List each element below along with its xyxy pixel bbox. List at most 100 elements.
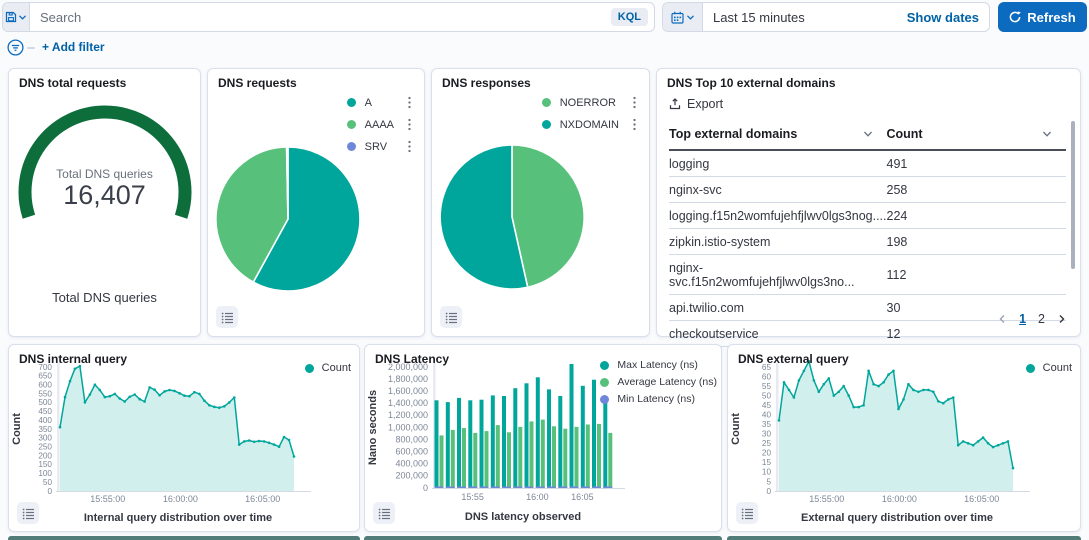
gauge-center-label: Total DNS queries [9, 167, 200, 181]
kql-badge[interactable]: KQL [611, 8, 648, 26]
svg-text:16:05:00: 16:05:00 [964, 494, 999, 504]
legend-menu-icon[interactable] [402, 118, 416, 131]
svg-text:200: 200 [38, 451, 52, 460]
cell-domain: checkoutservice [669, 321, 887, 347]
svg-text:15:55:00: 15:55:00 [90, 494, 125, 504]
page-1-button[interactable]: 1 [1019, 312, 1026, 326]
svg-text:Internal query distribution ov: Internal query distribution over time [84, 512, 272, 524]
legend-label[interactable]: NOERROR [560, 97, 619, 109]
dns-responses-legend: NOERROR NXDOMAIN [542, 96, 641, 131]
table-row[interactable]: nginx-svc.f15n2womfujehfjlwv0lgs3no...11… [669, 255, 1066, 295]
chevron-down-icon [686, 13, 695, 22]
export-button[interactable]: Export [669, 97, 723, 111]
chevron-down-icon[interactable] [863, 130, 873, 138]
table-row[interactable]: nginx-svc258 [669, 177, 1066, 203]
legend-label[interactable]: A [365, 97, 394, 109]
svg-text:250: 250 [38, 443, 52, 452]
legend-label[interactable]: AAAA [365, 119, 394, 131]
svg-text:650: 650 [38, 372, 52, 381]
legend-toggle-button[interactable] [17, 502, 39, 524]
gauge-value: 16,407 [9, 180, 200, 211]
list-icon [22, 507, 35, 520]
list-icon [445, 311, 458, 324]
legend-dot [542, 98, 551, 107]
legend-label[interactable]: SRV [365, 141, 394, 153]
svg-text:60: 60 [762, 372, 772, 381]
legend-label[interactable]: Count [1043, 362, 1072, 374]
cell-domain: nginx-svc [669, 177, 887, 203]
legend-dot [600, 361, 609, 370]
svg-text:50: 50 [762, 391, 772, 400]
svg-text:600: 600 [38, 381, 52, 390]
legend-toggle-button[interactable] [736, 502, 758, 524]
svg-text:16:00:00: 16:00:00 [163, 494, 198, 504]
page-2-button[interactable]: 2 [1038, 312, 1045, 326]
panel-title: DNS requests [218, 76, 297, 90]
svg-text:550: 550 [38, 389, 52, 398]
show-dates-link[interactable]: Show dates [907, 10, 979, 25]
table-row[interactable]: zipkin.istio-system198 [669, 229, 1066, 255]
panel-dns-total-requests: DNS total requests Total DNS queries 16,… [8, 68, 201, 337]
filter-icon[interactable] [7, 39, 24, 56]
svg-text:External query distribution ov: External query distribution over time [801, 512, 993, 524]
next-page-icon[interactable] [1057, 314, 1066, 324]
dns-requests-legend: AAAAASRV [347, 96, 416, 153]
save-icon [5, 11, 17, 23]
panel-dns-responses: DNS responses NOERRORNXDOMAIN [431, 68, 650, 337]
saved-query-menu-button[interactable] [3, 3, 30, 31]
svg-text:0: 0 [423, 483, 428, 493]
legend-label[interactable]: Count [322, 362, 351, 374]
cell-domain: logging [669, 150, 887, 177]
cell-count: 112 [887, 255, 1067, 295]
refresh-button[interactable]: Refresh [998, 2, 1087, 32]
export-label: Export [687, 97, 723, 111]
svg-text:15: 15 [762, 458, 772, 467]
calendar-menu-button[interactable] [663, 3, 703, 31]
svg-text:1,600,000: 1,600,000 [388, 386, 428, 396]
panel-title: DNS Latency [375, 352, 449, 366]
legend-menu-icon[interactable] [402, 140, 416, 153]
legend-label[interactable]: Max Latency (ns) [617, 359, 717, 371]
svg-text:16:05: 16:05 [571, 492, 594, 502]
table-row[interactable]: logging491 [669, 150, 1066, 177]
prev-page-icon[interactable] [998, 314, 1007, 324]
legend-label[interactable]: Min Latency (ns) [617, 393, 717, 405]
table-scrollbar[interactable] [1071, 121, 1075, 269]
legend-label[interactable]: NXDOMAIN [560, 119, 619, 131]
panel-dns-latency: DNS Latency 0200,000400,000600,000800,00… [364, 344, 722, 532]
time-range-value[interactable]: Last 15 minutes [713, 10, 805, 25]
legend-dot [600, 378, 609, 387]
query-toolbar: KQL Last 15 minutes Show dates [0, 0, 1089, 36]
table-row[interactable]: logging.f15n2womfujehfjlwv0lgs3nog....22… [669, 203, 1066, 229]
external-query-legend: Count [1026, 362, 1072, 374]
cell-count: 198 [887, 229, 1067, 255]
add-filter-button[interactable]: + Add filter [42, 40, 105, 54]
legend-toggle-button[interactable] [373, 502, 395, 524]
svg-text:Count: Count [730, 413, 742, 445]
list-icon [221, 311, 234, 324]
cell-domain: api.twilio.com [669, 295, 887, 321]
column-header-count[interactable]: Count [887, 121, 1067, 150]
cell-domain: logging.f15n2womfujehfjlwv0lgs3nog.... [669, 203, 887, 229]
legend-menu-icon[interactable] [402, 96, 416, 109]
panel-title: DNS total requests [19, 76, 126, 90]
svg-text:15:55: 15:55 [461, 492, 484, 502]
chevron-down-icon[interactable] [1042, 130, 1052, 138]
svg-text:35: 35 [762, 420, 772, 429]
legend-dot [347, 120, 356, 129]
legend-toggle-button[interactable] [216, 306, 238, 328]
svg-text:25: 25 [762, 439, 772, 448]
panel-title: DNS Top 10 external domains [667, 76, 836, 90]
legend-menu-icon[interactable] [627, 118, 641, 131]
svg-text:150: 150 [38, 460, 52, 469]
svg-text:800,000: 800,000 [395, 434, 428, 444]
search-input[interactable] [30, 3, 611, 31]
svg-text:40: 40 [762, 410, 772, 419]
legend-toggle-button[interactable] [440, 306, 462, 328]
legend-menu-icon[interactable] [627, 96, 641, 109]
panel-title: DNS internal query [19, 352, 127, 366]
legend-label[interactable]: Average Latency (ns) [617, 376, 717, 388]
column-header-label: Top external domains [669, 127, 797, 141]
svg-text:Nano seconds: Nano seconds [367, 390, 379, 465]
column-header-domains[interactable]: Top external domains [669, 121, 887, 150]
